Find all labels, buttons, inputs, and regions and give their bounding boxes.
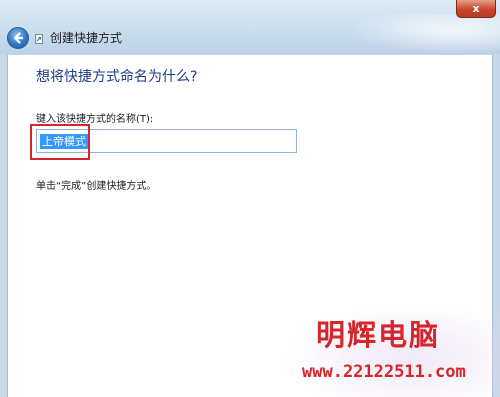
create-shortcut-window: x 创建快捷方式 想将快捷方式命名为什么? 键入该快捷方式的名称(T): 上帝模… <box>0 0 500 397</box>
window-title: 创建快捷方式 <box>50 31 123 45</box>
shortcut-wizard-icon <box>35 34 43 44</box>
back-arrow-icon <box>13 32 24 44</box>
page-heading: 想将快捷方式命名为什么? <box>36 69 198 85</box>
watermark-title: 明辉电脑 <box>316 318 441 352</box>
annotation-highlight-box <box>30 124 90 160</box>
close-button[interactable]: x <box>456 0 496 18</box>
watermark-url: www.22122511.com <box>302 362 466 382</box>
title-bar-glow <box>350 14 500 54</box>
back-button[interactable] <box>7 27 29 49</box>
close-icon: x <box>472 2 480 15</box>
finish-hint: 单击“完成”创建快捷方式。 <box>36 181 157 192</box>
